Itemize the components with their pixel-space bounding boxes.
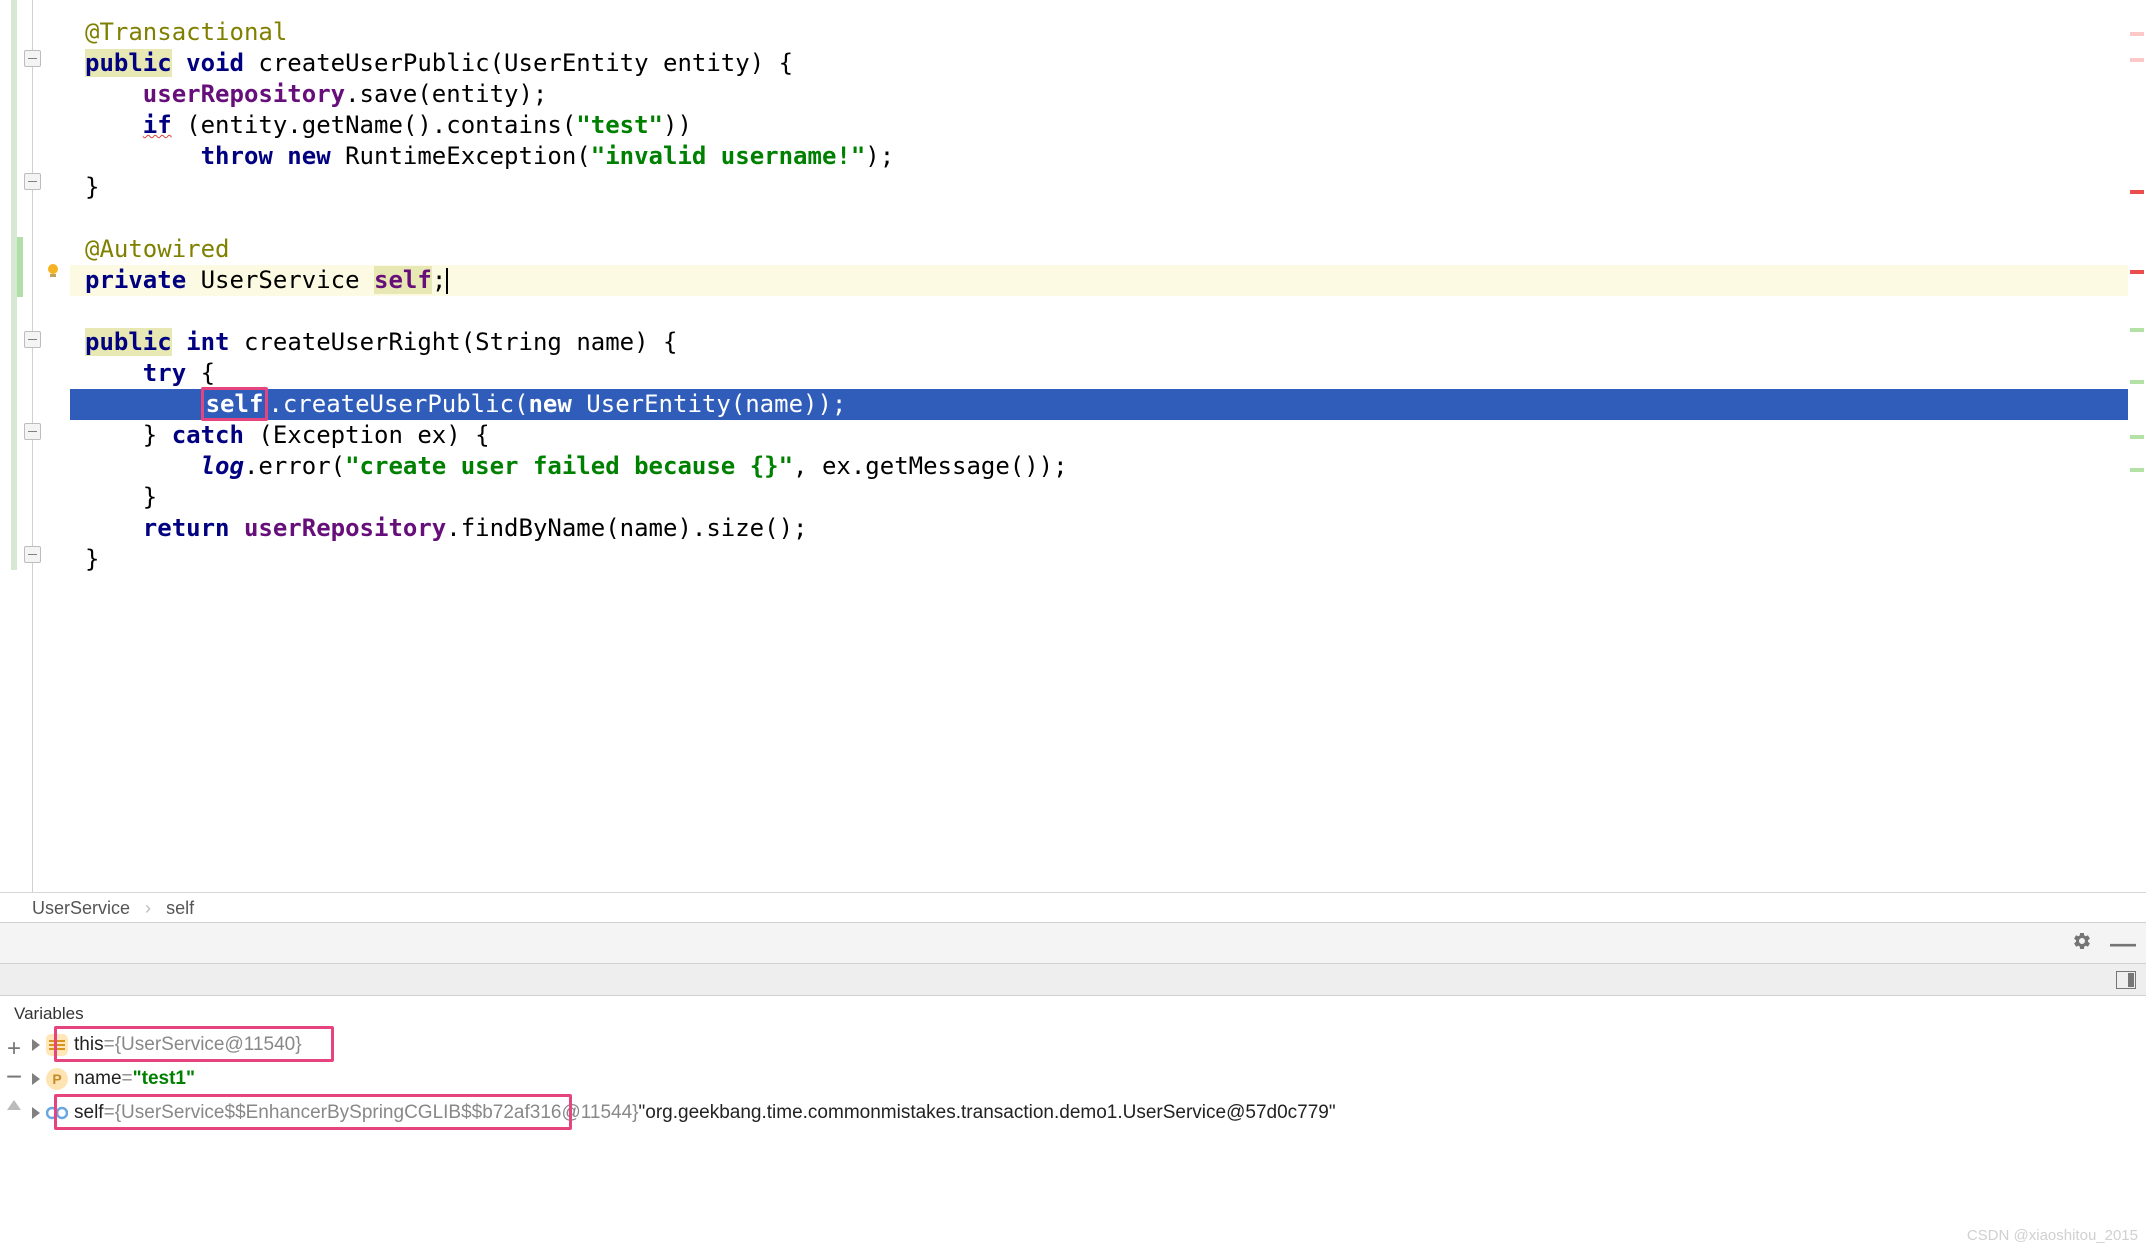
param-icon: P <box>46 1068 68 1090</box>
move-up-button[interactable] <box>0 1091 28 1119</box>
watermark: CSDN @xiaoshitou_2015 <box>1967 1227 2138 1244</box>
breadcrumb-field[interactable]: self <box>166 898 194 918</box>
fold-toggle[interactable] <box>24 423 41 440</box>
intention-bulb-icon[interactable] <box>44 262 62 280</box>
breadcrumb-class[interactable]: UserService <box>32 898 130 918</box>
variables-list[interactable]: this = {UserService@11540} P name = "tes… <box>0 1028 2146 1130</box>
breadcrumb-separator: › <box>135 898 161 918</box>
info-marker[interactable] <box>2130 468 2144 472</box>
error-marker[interactable] <box>2130 270 2144 274</box>
fold-toggle[interactable] <box>24 331 41 348</box>
expand-icon[interactable] <box>32 1107 40 1119</box>
minimize-icon[interactable]: — <box>2110 928 2136 959</box>
annotation: @Transactional <box>85 18 287 46</box>
execution-line: self.createUserPublic(new UserEntity(nam… <box>70 389 2146 420</box>
editor-area: @Transactional public void createUserPub… <box>0 0 2146 892</box>
warning-marker[interactable] <box>2130 58 2144 62</box>
current-line: private UserService self; <box>70 265 2146 296</box>
variables-panel: Variables this = {UserService@11540} P n… <box>0 996 2146 1246</box>
gutter <box>0 0 70 892</box>
vcs-change-marker[interactable] <box>17 237 23 297</box>
expand-icon[interactable] <box>32 1073 40 1085</box>
error-stripe[interactable] <box>2128 0 2146 892</box>
variable-self[interactable]: self = {UserService$$EnhancerBySpringCGL… <box>8 1096 2146 1130</box>
fold-toggle[interactable] <box>24 546 41 563</box>
variables-title: Variables <box>0 996 2146 1028</box>
info-marker[interactable] <box>2130 328 2144 332</box>
code-editor[interactable]: @Transactional public void createUserPub… <box>70 0 2146 892</box>
error-marker[interactable] <box>2130 190 2144 194</box>
fold-toggle[interactable] <box>24 50 41 67</box>
info-marker[interactable] <box>2130 435 2144 439</box>
layout-icon[interactable] <box>2116 971 2136 989</box>
warning-marker[interactable] <box>2130 32 2144 36</box>
annotation: @Autowired <box>85 235 230 263</box>
tool-window-subtoolbar <box>0 964 2146 996</box>
link-icon <box>46 1102 68 1124</box>
variable-name[interactable]: P name = "test1" <box>8 1062 2146 1096</box>
side-controls: + − <box>0 1035 30 1119</box>
expand-icon[interactable] <box>32 1039 40 1051</box>
gear-icon[interactable] <box>2072 931 2092 956</box>
breadcrumb[interactable]: UserService › self <box>0 892 2146 922</box>
caret <box>446 268 448 294</box>
self-highlight-box: self <box>201 387 269 421</box>
this-icon <box>46 1034 68 1056</box>
info-marker[interactable] <box>2130 380 2144 384</box>
add-watch-button[interactable]: + <box>0 1035 28 1063</box>
fold-toggle[interactable] <box>24 173 41 190</box>
remove-watch-button[interactable]: − <box>0 1063 28 1091</box>
tool-window-toolbar: — <box>0 922 2146 964</box>
variable-this[interactable]: this = {UserService@11540} <box>8 1028 2146 1062</box>
